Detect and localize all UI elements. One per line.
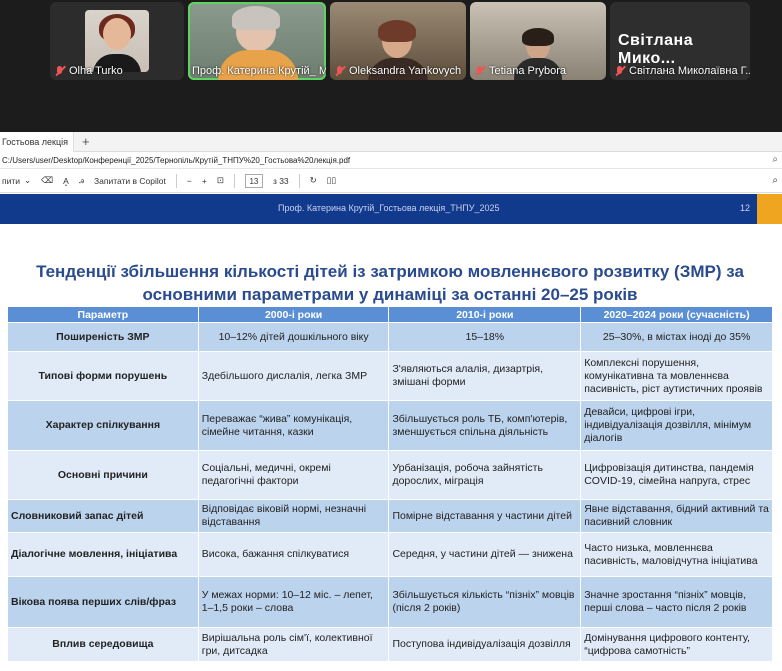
cell-2000s: Здебільшого дислалія, легка ЗМР (197, 351, 390, 401)
mic-muted-icon (474, 65, 486, 77)
participant-name: Проф. Катерина Крутій_ М... (192, 65, 326, 77)
header-2020s: 2020–2024 роки (сучасність) (580, 306, 773, 323)
text-size-icon[interactable]: A͈ (63, 176, 69, 186)
mic-muted-icon (54, 65, 66, 77)
slide-title: Тенденції збільшення кількості дітей із … (36, 262, 744, 304)
param-cell: Поширеність ЗМР (7, 322, 199, 352)
participant-name: Oleksandra Yankovych (334, 65, 461, 77)
trends-table: Параметр 2000-і роки 2010-і роки 2020–20… (7, 306, 773, 662)
table-row: Характер спілкування Переважає “жива” ко… (7, 400, 773, 451)
cell-2000s: Соціальні, медичні, окремі педагогічні ф… (197, 450, 390, 500)
participant-tile[interactable]: Світлана Мико... Світлана Миколаївна Г..… (610, 2, 750, 80)
new-tab-icon[interactable]: + (74, 134, 98, 149)
table-row: Поширеність ЗМР 10–12% дітей дошкільного… (7, 322, 773, 352)
cell-2020s: Значне зростання “пізніх” мовців, перші … (580, 576, 773, 628)
cell-2010s: Збільшується кількість “пізніх” мовців (… (388, 576, 582, 628)
read-aloud-icon[interactable]: ꭿ (79, 175, 84, 186)
two-page-view-icon[interactable]: ▯▯ (327, 175, 336, 186)
participant-tile[interactable]: Tetiana Prybora (470, 2, 606, 80)
table-row: Типові форми порушень Здебільшого дислал… (7, 351, 773, 401)
cell-2010s: Середня, у частини дітей — знижена (388, 532, 582, 577)
participant-photo (85, 10, 149, 72)
cell-2010s: Урбанізація, робоча зайнятість дорослих,… (388, 450, 582, 500)
draw-tool[interactable]: пити ⌄ (2, 175, 31, 186)
participant-name: Світлана Миколаївна Г... (614, 65, 750, 77)
cell-2020s: Явне відставання, бідний активний та пас… (580, 499, 773, 533)
fit-page-icon[interactable]: ⊡ (217, 175, 224, 186)
param-cell: Характер спілкування (7, 400, 199, 451)
param-cell: Вплив середовища (7, 627, 199, 662)
cell-2020s: Домінування цифрового контенту, “цифрова… (580, 627, 773, 662)
browser-window: Гостьова лекція ✕ + C:/Users/user/Deskto… (0, 131, 782, 671)
cell-2000s: Переважає “жива” комунікація, сімейне чи… (197, 400, 390, 451)
cell-2000s: Відповідає віковій нормі, незначні відст… (197, 499, 390, 533)
cell-2000s: Висока, бажання спілкуватися (197, 532, 390, 577)
copilot-button[interactable]: Запитати в Copilot (94, 176, 166, 186)
header-2010s: 2010-і роки (388, 306, 582, 323)
tab-pdf[interactable]: Гостьова лекція ✕ (0, 131, 74, 152)
table-row: Основні причини Соціальні, медичні, окре… (7, 450, 773, 500)
param-cell: Типові форми порушень (7, 351, 199, 401)
slide-page-number: 12 (740, 203, 751, 213)
param-cell: Вікова поява перших слів/фраз (7, 576, 199, 628)
cell-2010s: Поступова індивідуалізація дозвілля (388, 627, 582, 662)
tab-bar: Гостьова лекція ✕ + (0, 131, 782, 152)
cell-2010s: 15–18% (388, 322, 582, 352)
divider (233, 173, 235, 188)
pdf-toolbar: пити ⌄ ⌫ A͈ ꭿ Запитати в Copilot − + ⊡ 13… (0, 169, 782, 193)
page-number-input[interactable]: 13 (244, 173, 263, 188)
cell-2020s: Комплексні порушення, комунікативна та м… (580, 351, 773, 401)
zoom-in-icon[interactable]: + (202, 176, 207, 186)
divider (298, 173, 300, 188)
mic-muted-icon (614, 65, 626, 77)
participant-name: Tetiana Prybora (474, 65, 566, 77)
table-row: Діалогічне мовлення, ініціатива Висока, … (7, 532, 773, 577)
cell-2000s: У межах норми: 10–12 міс. – лепет, 1–1,5… (197, 576, 390, 628)
cell-2010s: З'являються алалія, дизартрія, змішані ф… (388, 351, 582, 401)
zoom-icon[interactable]: ⌕ (772, 154, 778, 165)
mic-muted-icon (334, 65, 346, 77)
chevron-down-icon: ⌄ (24, 175, 32, 185)
rotate-icon[interactable]: ↻ (310, 175, 317, 186)
cell-2010s: Збільшується роль ТБ, комп'ютерів, зменш… (388, 400, 582, 451)
header-parameter: Параметр (7, 306, 199, 323)
param-cell: Основні причини (7, 450, 199, 500)
cell-2010s: Помірне відставання у частини дітей (388, 499, 582, 533)
zoom-out-icon[interactable]: − (187, 176, 192, 186)
cell-2020s: Часто низька, мовленнєва пасивність, мал… (580, 532, 773, 577)
participant-display-name: Світлана Мико... (618, 32, 694, 67)
header-2000s: 2000-і роки (197, 306, 390, 323)
cell-2000s: 10–12% дітей дошкільного віку (197, 322, 390, 352)
table-row: Словниковий запас дітей Відповідає віков… (7, 499, 773, 533)
cell-2020s: 25–30%, в містах іноді до 35% (580, 322, 773, 352)
table-header-row: Параметр 2000-і роки 2010-і роки 2020–20… (7, 306, 773, 323)
table-row: Вплив середовища Вирішальна роль сім'ї, … (7, 627, 773, 662)
param-cell: Словниковий запас дітей (7, 499, 199, 533)
search-icon[interactable]: ⌕ (772, 175, 778, 186)
cell-2020s: Девайси, цифрові ігри, індивідуалізація … (580, 400, 773, 451)
accent-block (757, 194, 782, 224)
video-call-strip: Olha Turko Проф. Катерина Крутій_ М... O… (0, 0, 782, 132)
divider (175, 173, 177, 188)
url-text: C:/Users/user/Desktop/Конференції_2025/Т… (2, 155, 351, 165)
slide-footer-text: Проф. Катерина Крутій_Гостьова лекція_ТН… (278, 203, 500, 213)
address-bar[interactable]: C:/Users/user/Desktop/Конференції_2025/Т… (0, 152, 782, 169)
param-cell: Діалогічне мовлення, ініціатива (7, 532, 199, 577)
eraser-icon[interactable]: ⌫ (41, 175, 53, 186)
table-row: Вікова поява перших слів/фраз У межах но… (7, 576, 773, 628)
participant-tile[interactable]: Oleksandra Yankovych (330, 2, 466, 80)
participant-tile-active[interactable]: Проф. Катерина Крутій_ М... (188, 2, 326, 80)
cell-2000s: Вирішальна роль сім'ї, колективної гри, … (197, 627, 390, 662)
participant-tile[interactable]: Olha Turko (50, 2, 184, 80)
tab-label: Гостьова лекція (2, 136, 69, 147)
cell-2020s: Цифровізація дитинства, пандемія COVID-1… (580, 450, 773, 500)
slide-footer-bar: Проф. Катерина Крутій_Гостьова лекція_ТН… (0, 194, 782, 224)
participant-name: Olha Turko (54, 65, 123, 77)
page-total: з 33 (272, 175, 289, 186)
